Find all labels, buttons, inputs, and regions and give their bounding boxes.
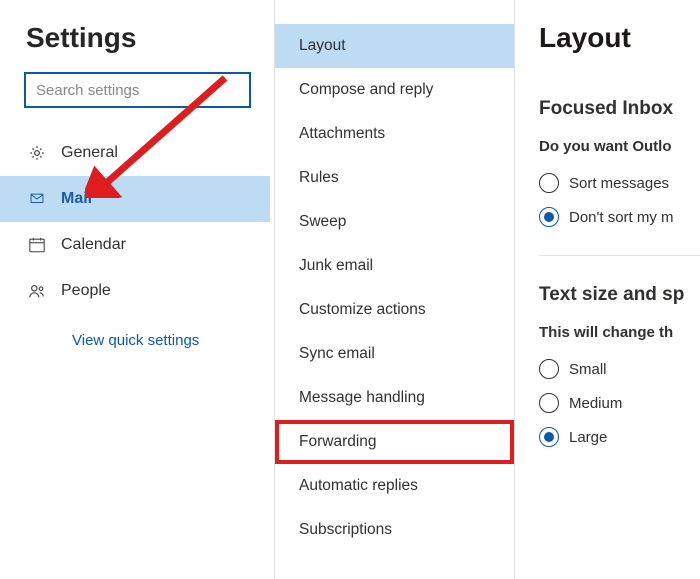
view-quick-settings-link[interactable]: View quick settings — [24, 314, 270, 349]
submenu-item-forwarding[interactable]: Forwarding — [275, 420, 514, 464]
people-icon — [27, 281, 47, 301]
section-divider — [539, 255, 700, 256]
submenu-item-junk-email[interactable]: Junk email — [275, 244, 514, 288]
search-settings-input[interactable] — [36, 82, 239, 99]
radio-small[interactable]: Small — [539, 359, 700, 379]
settings-title: Settings — [24, 22, 270, 54]
submenu-item-subscriptions[interactable]: Subscriptions — [275, 508, 514, 552]
calendar-icon — [27, 235, 47, 255]
radio-label: Large — [569, 429, 607, 446]
settings-left-panel: Settings General Mail — [0, 0, 275, 579]
gear-icon — [27, 143, 47, 163]
radio-icon — [539, 173, 559, 193]
submenu-item-rules[interactable]: Rules — [275, 156, 514, 200]
submenu-item-customize-actions[interactable]: Customize actions — [275, 288, 514, 332]
submenu-item-message-handling[interactable]: Message handling — [275, 376, 514, 420]
text-size-subtext: This will change th — [539, 324, 700, 341]
settings-nav-list: General Mail — [0, 130, 270, 314]
radio-label: Small — [569, 361, 607, 378]
radio-label: Sort messages — [569, 175, 669, 192]
nav-item-calendar[interactable]: Calendar — [0, 222, 270, 268]
content-title: Layout — [539, 22, 700, 54]
radio-dont-sort[interactable]: Don't sort my m — [539, 207, 700, 227]
nav-label: General — [61, 144, 118, 162]
radio-icon — [539, 427, 559, 447]
mail-submenu-panel: Layout Compose and reply Attachments Rul… — [275, 0, 515, 579]
radio-medium[interactable]: Medium — [539, 393, 700, 413]
mail-submenu-list: Layout Compose and reply Attachments Rul… — [275, 24, 514, 552]
focused-inbox-heading: Focused Inbox — [539, 98, 700, 120]
radio-label: Medium — [569, 395, 622, 412]
radio-sort-messages[interactable]: Sort messages — [539, 173, 700, 193]
settings-content-panel: Layout Focused Inbox Do you want Outlo S… — [515, 0, 700, 579]
mail-icon — [27, 189, 47, 209]
radio-label: Don't sort my m — [569, 209, 674, 226]
nav-item-mail[interactable]: Mail — [0, 176, 270, 222]
submenu-item-sync-email[interactable]: Sync email — [275, 332, 514, 376]
nav-item-people[interactable]: People — [0, 268, 270, 314]
text-size-heading: Text size and sp — [539, 284, 700, 306]
nav-label: Mail — [61, 190, 92, 208]
submenu-item-compose[interactable]: Compose and reply — [275, 68, 514, 112]
radio-large[interactable]: Large — [539, 427, 700, 447]
radio-icon — [539, 359, 559, 379]
submenu-item-attachments[interactable]: Attachments — [275, 112, 514, 156]
nav-item-general[interactable]: General — [0, 130, 270, 176]
nav-label: Calendar — [61, 236, 126, 254]
submenu-item-sweep[interactable]: Sweep — [275, 200, 514, 244]
radio-icon — [539, 393, 559, 413]
focused-inbox-subtext: Do you want Outlo — [539, 138, 700, 155]
submenu-item-automatic-replies[interactable]: Automatic replies — [275, 464, 514, 508]
search-settings-box[interactable] — [24, 72, 251, 108]
radio-icon — [539, 207, 559, 227]
nav-label: People — [61, 282, 111, 300]
submenu-item-layout[interactable]: Layout — [275, 24, 514, 68]
